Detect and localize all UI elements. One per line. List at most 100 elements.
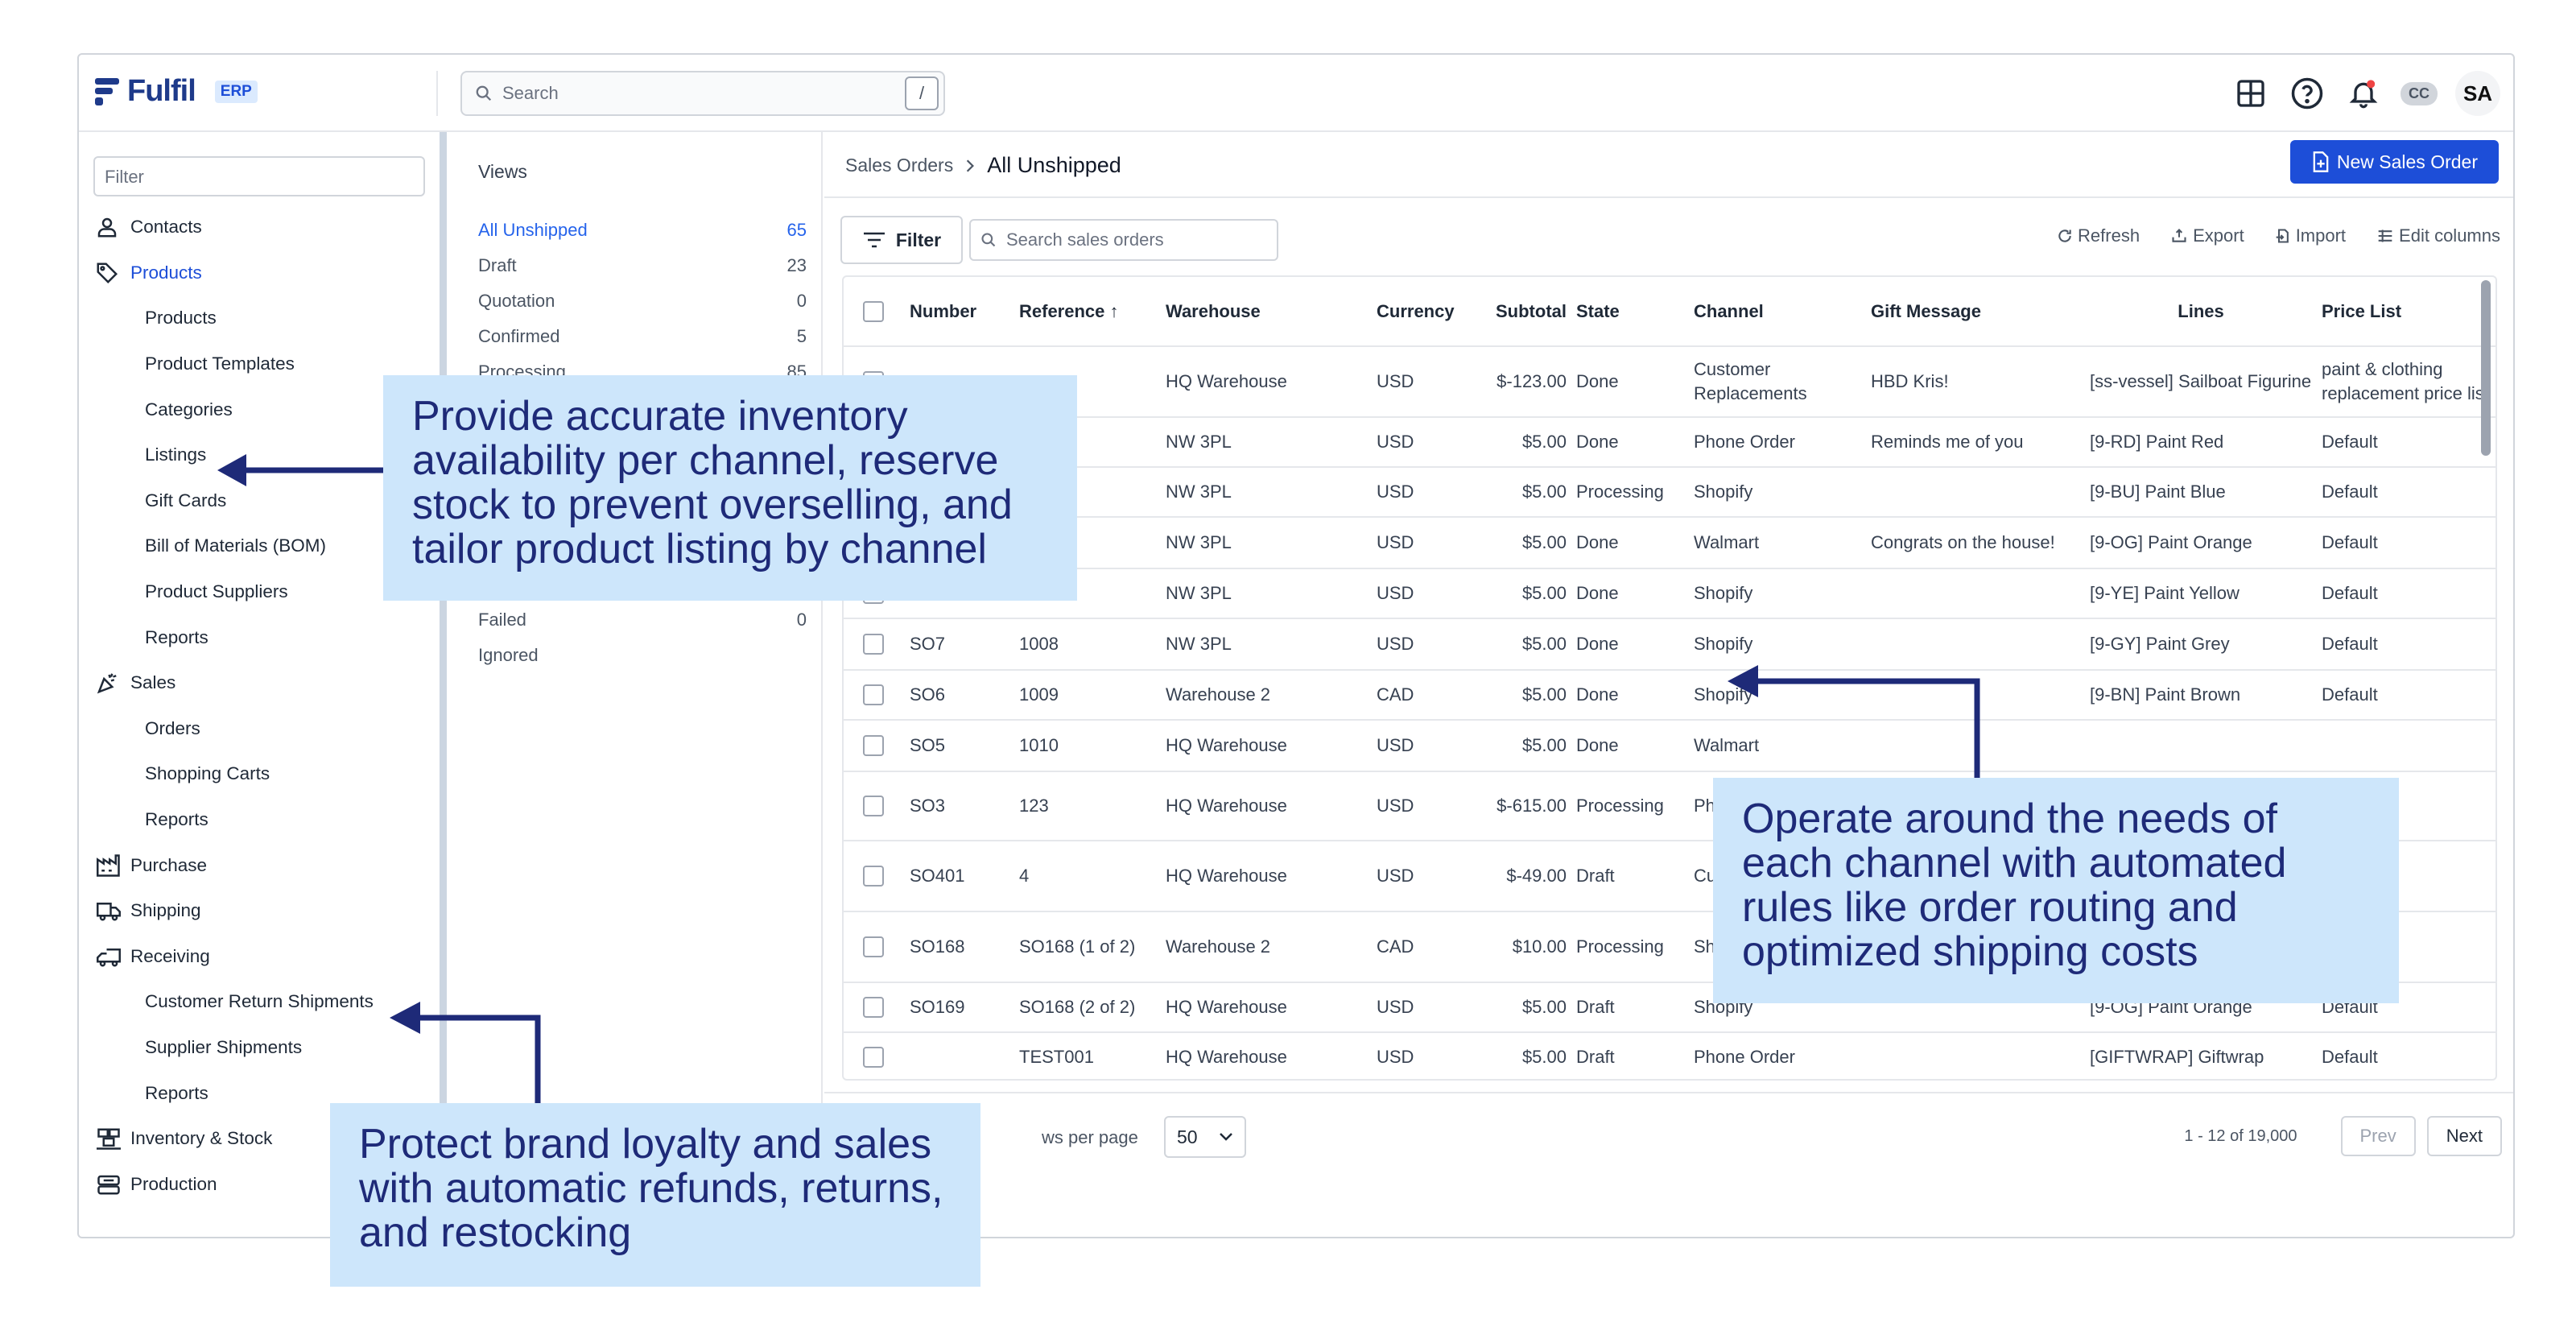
- cell-number[interactable]: SO7: [905, 618, 1014, 671]
- rows-per-page-select[interactable]: 50: [1164, 1116, 1246, 1158]
- refresh-button[interactable]: Refresh: [2057, 225, 2140, 246]
- table-scrollbar[interactable]: [2481, 280, 2491, 456]
- global-search-input[interactable]: Search /: [460, 71, 945, 116]
- col-channel[interactable]: Channel: [1689, 277, 1866, 347]
- sidebar-item-sales[interactable]: Sales: [79, 660, 436, 706]
- table-row[interactable]: NW 3PL USD $5.00 Done Phone Order Reminds me …: [844, 417, 2496, 468]
- table-row[interactable]: TEST001 HQ Warehouse USD $5.00 Draft Phone Or…: [844, 1032, 2496, 1079]
- table-row[interactable]: SO7 1008 NW 3PL USD $5.00 Done Shopify [9-GY] P…: [844, 618, 2496, 671]
- table-row[interactable]: HQ Warehouse USD $-123.00 Done Customer Repl…: [844, 346, 2496, 418]
- sidebar-item-reports[interactable]: Reports: [79, 797, 436, 843]
- sidebar-item-orders[interactable]: Orders: [79, 706, 436, 752]
- sidebar-item-supplier-shipments[interactable]: Supplier Shipments: [79, 1025, 436, 1071]
- sidebar-item-reports[interactable]: Reports: [79, 614, 436, 660]
- sidebar-item-products[interactable]: Products: [79, 296, 436, 341]
- factory-icon: [95, 853, 130, 878]
- user-avatar[interactable]: SA: [2455, 71, 2500, 116]
- row-checkbox[interactable]: [844, 841, 905, 912]
- cell-number[interactable]: SO169: [905, 982, 1014, 1033]
- view-item[interactable]: Ignored: [478, 638, 807, 673]
- cell-reference: 123: [1014, 771, 1161, 841]
- view-item[interactable]: Failed 0: [478, 602, 807, 638]
- view-item[interactable]: Draft 23: [478, 248, 807, 283]
- table-row[interactable]: SO6 1009 Warehouse 2 CAD $5.00 Done Shopify [9-…: [844, 670, 2496, 721]
- view-item[interactable]: All Unshipped 65: [478, 213, 807, 248]
- col-subtotal[interactable]: Subtotal: [1472, 277, 1571, 347]
- table-row[interactable]: SO81007NW 3PLUSD$5.00DoneShopify[9-YE] P…: [844, 568, 2496, 619]
- cell-number[interactable]: SO3: [905, 771, 1014, 841]
- col-gift-message[interactable]: Gift Message: [1866, 277, 2085, 347]
- logo[interactable]: Fulfil ERP: [95, 74, 258, 109]
- cc-badge[interactable]: CC: [2401, 81, 2438, 105]
- cell-number[interactable]: [905, 1032, 1014, 1079]
- export-button[interactable]: Export: [2170, 225, 2244, 246]
- cell-number[interactable]: SO5: [905, 720, 1014, 772]
- new-sales-order-button[interactable]: New Sales Order: [2289, 140, 2499, 184]
- cell-warehouse: NW 3PL: [1161, 568, 1372, 619]
- search-icon: [476, 85, 492, 101]
- row-checkbox[interactable]: [844, 911, 905, 983]
- cell-state: Done: [1571, 568, 1689, 619]
- cell-gift: [1866, 1032, 2085, 1079]
- col-warehouse[interactable]: Warehouse: [1161, 277, 1372, 347]
- notification-bell-icon[interactable]: [2344, 74, 2383, 113]
- cell-state: Done: [1571, 517, 1689, 569]
- sidebar-item-customer-return-shipments[interactable]: Customer Return Shipments: [79, 979, 436, 1025]
- view-count: 5: [796, 326, 807, 346]
- col-currency[interactable]: Currency: [1372, 277, 1472, 347]
- sidebar-item-shipping[interactable]: Shipping: [79, 888, 436, 934]
- view-item[interactable]: Quotation 0: [478, 283, 807, 319]
- table-row[interactable]: NW 3PL USD $5.00 Processing Shopify [9-BU] Pa…: [844, 467, 2496, 518]
- cell-number[interactable]: SO401: [905, 841, 1014, 912]
- cell-number[interactable]: SO6: [905, 670, 1014, 721]
- sidebar-filter-input[interactable]: Filter: [93, 156, 425, 196]
- row-checkbox[interactable]: [844, 670, 905, 721]
- row-checkbox[interactable]: [844, 720, 905, 772]
- col-lines[interactable]: Lines: [2085, 277, 2317, 347]
- sales-order-search-input[interactable]: Search sales orders: [969, 219, 1278, 261]
- row-checkbox[interactable]: [844, 618, 905, 671]
- view-label: Failed: [478, 610, 526, 630]
- apps-grid-icon[interactable]: [2231, 74, 2270, 113]
- cell-state: Done: [1571, 417, 1689, 468]
- cell-currency: CAD: [1372, 911, 1472, 983]
- cell-channel: Shopify: [1689, 467, 1866, 518]
- prev-page-button[interactable]: Prev: [2340, 1116, 2416, 1156]
- view-label: All Unshipped: [478, 220, 588, 240]
- sidebar-item-label: Customer Return Shipments: [145, 991, 374, 1012]
- next-page-button[interactable]: Next: [2426, 1116, 2502, 1156]
- sidebar-item-purchase[interactable]: Purchase: [79, 842, 436, 888]
- row-checkbox[interactable]: [844, 1032, 905, 1079]
- col-state[interactable]: State: [1571, 277, 1689, 347]
- cell-price-list: Default: [2317, 417, 2496, 468]
- sidebar-item-products[interactable]: Products: [79, 250, 436, 296]
- callout-returns-text: Protect brand loyalty and sales with aut…: [359, 1121, 943, 1256]
- cell-warehouse: Warehouse 2: [1161, 670, 1372, 721]
- row-checkbox[interactable]: [844, 982, 905, 1033]
- filter-button[interactable]: Filter: [840, 216, 963, 264]
- col-price-list[interactable]: Price List: [2317, 277, 2496, 347]
- table-row[interactable]: SO5 1010 HQ Warehouse USD $5.00 Done Walmart: [844, 720, 2496, 772]
- row-checkbox[interactable]: [844, 771, 905, 841]
- view-item[interactable]: Confirmed 5: [478, 319, 807, 354]
- col-reference[interactable]: Reference ↑: [1014, 277, 1161, 347]
- new-sales-order-label: New Sales Order: [2336, 151, 2478, 172]
- top-right-actions: CC SA: [2231, 71, 2500, 116]
- sidebar-item-receiving[interactable]: Receiving: [79, 934, 436, 980]
- edit-columns-button[interactable]: Edit columns: [2376, 225, 2500, 246]
- col-number[interactable]: Number: [905, 277, 1014, 347]
- breadcrumb-parent[interactable]: Sales Orders: [845, 155, 953, 176]
- select-all-checkbox[interactable]: [844, 277, 905, 347]
- chevron-right-icon: [967, 159, 975, 172]
- sidebar-item-shopping-carts[interactable]: Shopping Carts: [79, 751, 436, 797]
- sidebar-item-contacts[interactable]: Contacts: [79, 205, 436, 250]
- sidebar-scrollbar[interactable]: [440, 132, 447, 1237]
- cell-lines: [9-BU] Paint Blue: [2085, 467, 2317, 518]
- table-row[interactable]: NW 3PL USD $5.00 Done Walmart Congrats on the…: [844, 517, 2496, 569]
- cell-subtotal: $5.00: [1472, 720, 1571, 772]
- import-button[interactable]: Import: [2275, 225, 2346, 246]
- help-icon[interactable]: [2288, 74, 2326, 113]
- cell-number[interactable]: SO168: [905, 911, 1014, 983]
- cell-currency: CAD: [1372, 670, 1472, 721]
- callout-routing: Operate around the needs of each channel…: [1713, 778, 2399, 1003]
